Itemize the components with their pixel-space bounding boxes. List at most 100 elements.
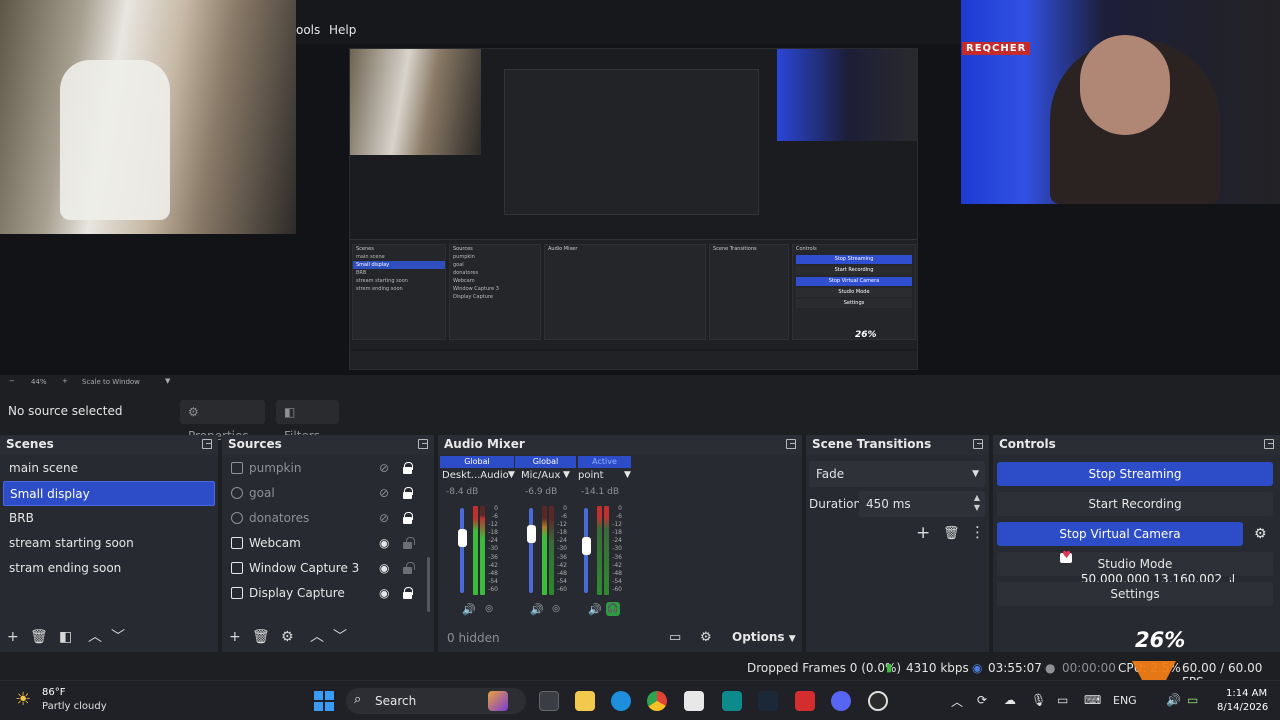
- lock-icon[interactable]: [403, 512, 413, 524]
- transition-select[interactable]: Fade ▼: [809, 461, 985, 487]
- undock-icon[interactable]: [418, 439, 428, 449]
- move-up-icon[interactable]: ︿: [88, 630, 102, 644]
- source-item-webcam[interactable]: Webcam ◉: [222, 531, 434, 556]
- windows-start-icon[interactable]: [314, 691, 334, 711]
- sources-scrollbar[interactable]: [427, 557, 430, 612]
- trash-icon[interactable]: 🗑: [30, 630, 48, 644]
- eye-icon[interactable]: ◉: [379, 531, 389, 556]
- partly-cloudy-icon[interactable]: ☀: [15, 689, 31, 710]
- trash-icon[interactable]: 🗑: [252, 630, 270, 644]
- file-explorer-icon[interactable]: [575, 691, 595, 711]
- add-icon[interactable]: +: [7, 630, 19, 644]
- discord-icon[interactable]: [831, 691, 851, 711]
- duration-input[interactable]: 450 ms ▲ ▼: [859, 491, 985, 517]
- scene-item-main-scene[interactable]: main scene: [0, 456, 218, 481]
- microphone-icon[interactable]: 🎙: [1031, 693, 1046, 707]
- microsoft-store-icon[interactable]: [684, 691, 704, 711]
- weather-temperature[interactable]: 86°F: [42, 687, 65, 698]
- chrome-browser-icon[interactable]: [647, 691, 667, 711]
- lock-icon[interactable]: [403, 587, 413, 599]
- monitor-off-icon[interactable]: ◎: [482, 602, 496, 616]
- hidden-count[interactable]: 0 hidden: [447, 631, 500, 645]
- monitor-off-icon[interactable]: ◎: [549, 602, 563, 616]
- volume-slider[interactable]: [529, 508, 533, 593]
- stack-app-icon[interactable]: [795, 691, 815, 711]
- edge-browser-icon[interactable]: [611, 691, 631, 711]
- caret-down-icon[interactable]: ▼: [624, 470, 631, 480]
- speaker-icon[interactable]: 🔊: [530, 603, 544, 616]
- volume-knob[interactable]: [457, 529, 467, 547]
- battery-icon[interactable]: ▭: [1187, 693, 1198, 707]
- lock-icon[interactable]: [403, 487, 413, 499]
- undock-icon[interactable]: [202, 439, 212, 449]
- channel-name[interactable]: Mic/Aux: [521, 470, 560, 481]
- add-icon[interactable]: +: [916, 523, 930, 543]
- caret-down-icon[interactable]: ▼: [563, 470, 570, 480]
- move-down-icon[interactable]: ﹀: [333, 630, 347, 644]
- trash-icon[interactable]: 🗑: [943, 526, 960, 541]
- keyboard-icon[interactable]: ⌨: [1084, 693, 1101, 707]
- advanced-audio-icon[interactable]: ⚙: [700, 630, 712, 645]
- eye-hidden-icon[interactable]: ⊘: [379, 481, 389, 506]
- source-item-display-capture[interactable]: Display Capture ◉: [222, 581, 434, 606]
- zoom-out-button[interactable]: −: [9, 377, 15, 385]
- scene-item-stram-ending-soon[interactable]: stram ending soon: [0, 556, 218, 581]
- cloud-icon[interactable]: ☁: [1004, 693, 1016, 707]
- source-item-goal[interactable]: goal ⊘: [222, 481, 434, 506]
- weather-description[interactable]: Partly cloudy: [42, 701, 107, 712]
- stop-streaming-button[interactable]: Stop Streaming: [997, 462, 1273, 486]
- obs-studio-icon[interactable]: [868, 691, 888, 711]
- zoom-in-button[interactable]: +: [62, 377, 68, 385]
- volume-knob[interactable]: [526, 525, 536, 543]
- scene-item-stream-starting-soon[interactable]: stream starting soon: [0, 531, 218, 556]
- undock-icon[interactable]: [786, 439, 796, 449]
- source-item-pumpkin[interactable]: pumpkin ⊘: [222, 456, 434, 481]
- channel-name[interactable]: point: [578, 470, 604, 481]
- undock-icon[interactable]: [973, 439, 983, 449]
- layout-toggle-icon[interactable]: ▭: [669, 630, 681, 645]
- virtual-camera-settings-icon[interactable]: ⚙: [1254, 526, 1267, 542]
- settings-button[interactable]: Settings: [997, 582, 1273, 606]
- speaker-icon[interactable]: 🔊: [588, 603, 602, 616]
- terminal-icon[interactable]: [722, 691, 742, 711]
- add-icon[interactable]: +: [229, 630, 241, 644]
- source-item-window-capture-3[interactable]: Window Capture 3 ◉: [222, 556, 434, 581]
- clock-time[interactable]: 1:14 AM: [1226, 688, 1267, 699]
- widgets-icon[interactable]: [488, 691, 508, 711]
- eye-icon[interactable]: ◉: [379, 581, 389, 606]
- caret-down-icon[interactable]: ▼: [508, 470, 515, 480]
- volume-slider[interactable]: [460, 508, 464, 593]
- scene-item-brb[interactable]: BRB: [0, 506, 218, 531]
- input-language[interactable]: ENG: [1113, 694, 1137, 707]
- spin-arrows-icon[interactable]: ▲ ▼: [974, 493, 980, 513]
- filters-button[interactable]: ◧ Filters: [276, 400, 339, 443]
- headphones-icon[interactable]: 🎧: [606, 602, 620, 616]
- source-item-donatores[interactable]: donatores ⊘: [222, 506, 434, 531]
- steam-icon[interactable]: [758, 691, 778, 711]
- move-down-icon[interactable]: ﹀: [111, 630, 125, 644]
- program-preview[interactable]: ools Help REQCHER Scenes main scene Smal…: [0, 0, 1280, 375]
- unlock-icon[interactable]: [403, 537, 415, 549]
- eye-hidden-icon[interactable]: ⊘: [379, 456, 389, 481]
- chevron-down-icon[interactable]: ▼: [165, 377, 170, 385]
- scene-item-small-display[interactable]: Small display: [3, 481, 215, 506]
- undock-icon[interactable]: [1264, 439, 1274, 449]
- clock-date[interactable]: 8/14/2026: [1217, 702, 1268, 713]
- tray-app-icon[interactable]: ⟳: [977, 693, 987, 707]
- channel-name[interactable]: Deskt...Audio: [442, 470, 509, 481]
- speaker-icon[interactable]: 🔊: [462, 603, 476, 616]
- eye-icon[interactable]: ◉: [379, 556, 389, 581]
- start-recording-button[interactable]: Start Recording: [997, 492, 1273, 516]
- more-vertical-icon[interactable]: ⋮: [970, 523, 985, 541]
- gear-icon[interactable]: ⚙: [281, 630, 294, 644]
- unlock-icon[interactable]: [403, 562, 415, 574]
- chevron-up-icon[interactable]: ︿: [951, 693, 963, 710]
- stop-virtual-camera-button[interactable]: Stop Virtual Camera: [997, 522, 1243, 546]
- mixer-options-button[interactable]: Options ▼: [732, 630, 796, 644]
- display-icon[interactable]: ▭: [1057, 693, 1068, 707]
- properties-button[interactable]: ⚙ Properties: [180, 400, 265, 443]
- task-view-icon[interactable]: [539, 691, 559, 711]
- volume-icon[interactable]: 🔊: [1166, 693, 1181, 707]
- filter-icon[interactable]: ◧: [59, 630, 72, 644]
- eye-hidden-icon[interactable]: ⊘: [379, 506, 389, 531]
